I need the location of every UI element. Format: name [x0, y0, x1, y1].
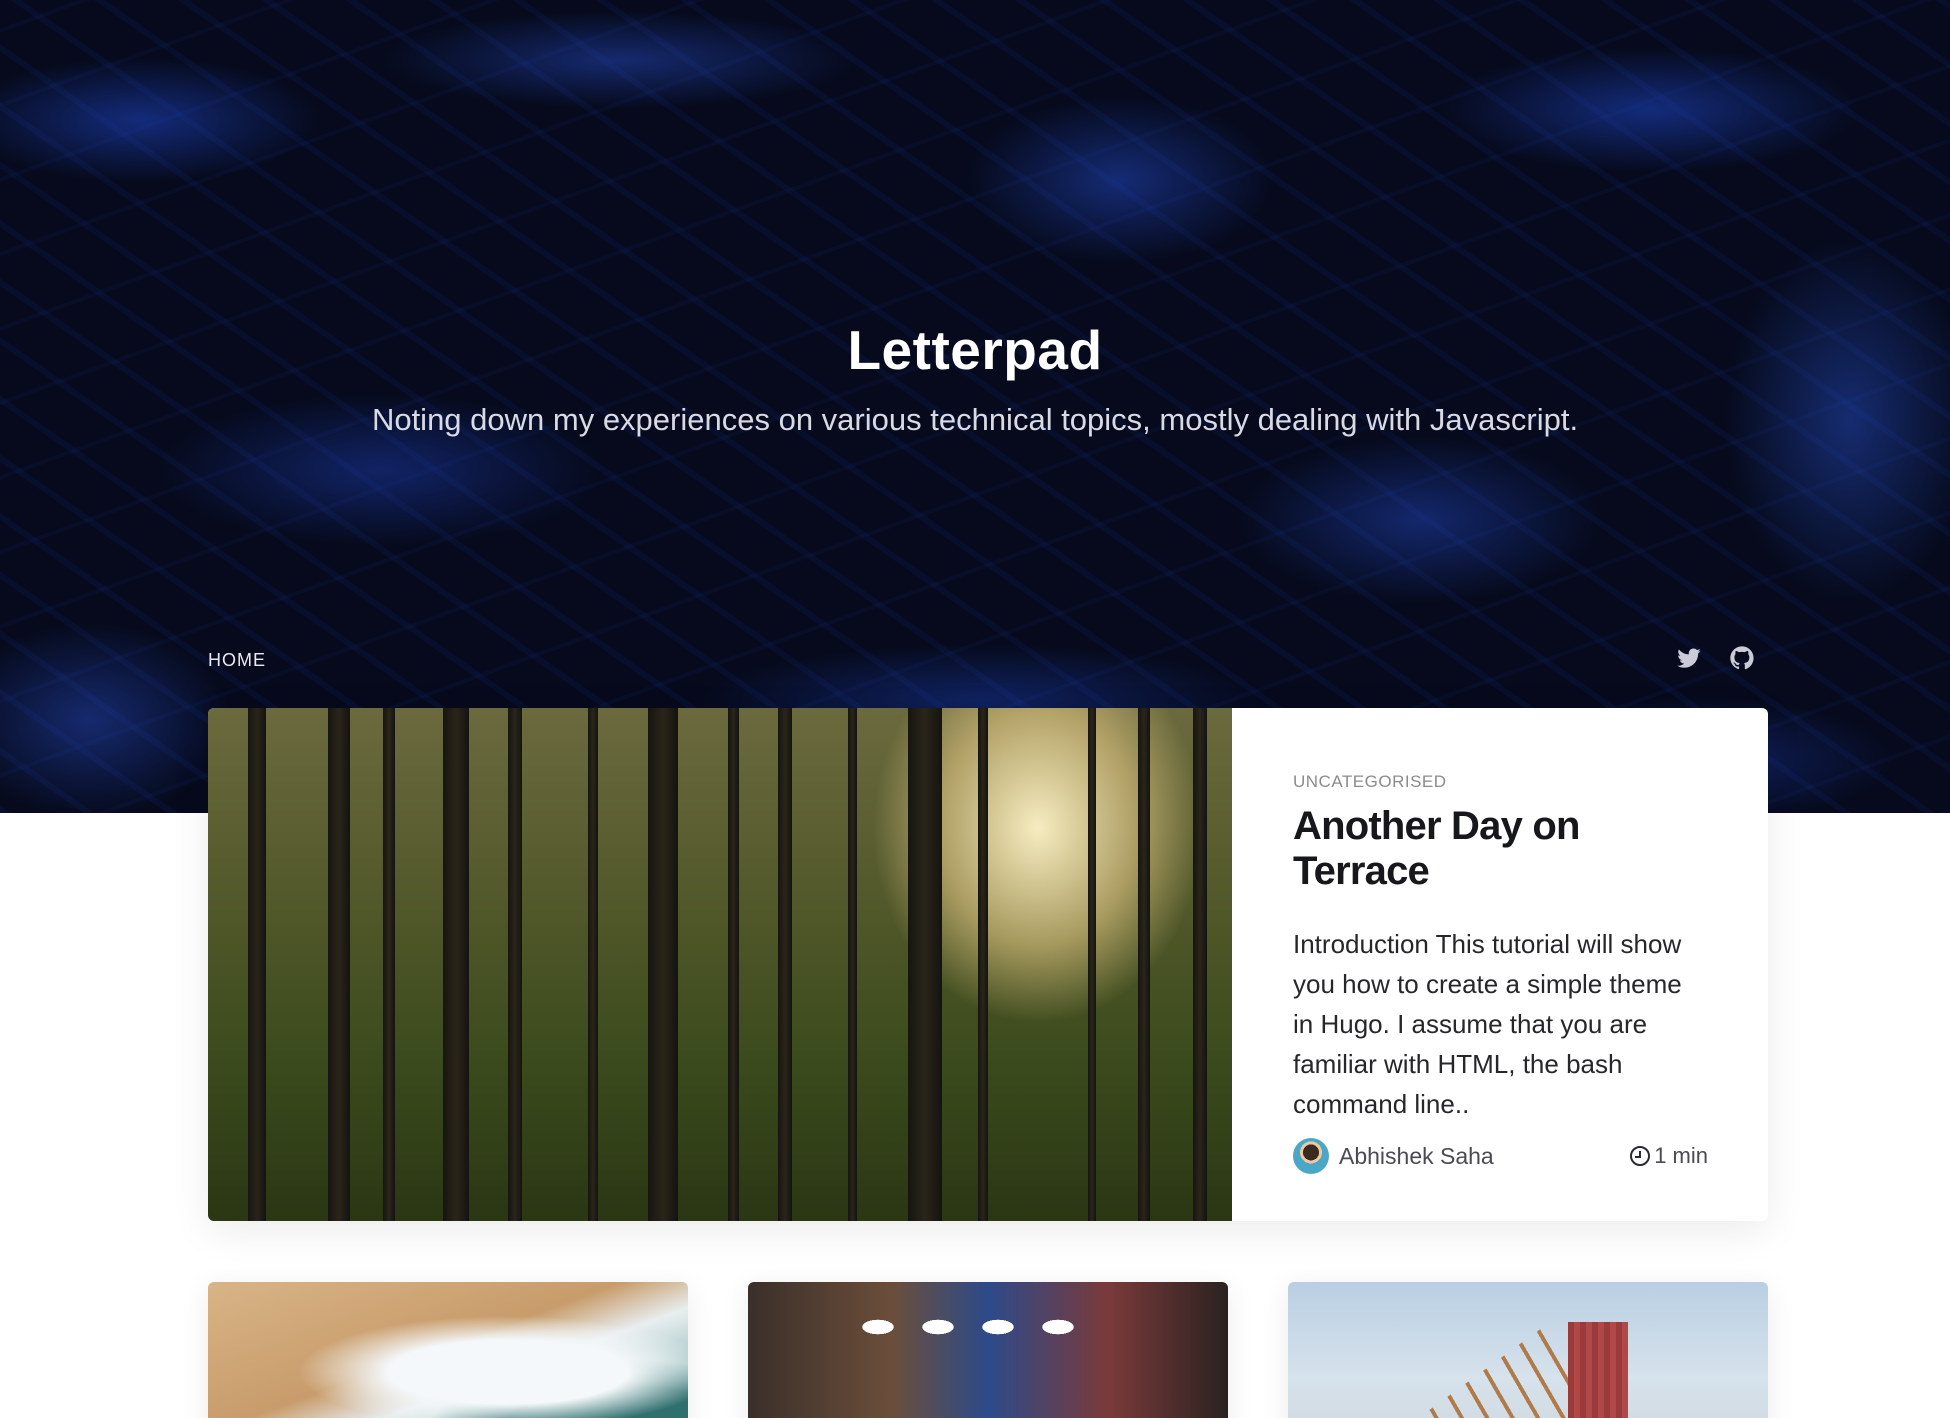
hero-banner: Letterpad Noting down my experiences on … [0, 0, 1950, 813]
clock-icon [1630, 1146, 1651, 1166]
avatar [1293, 1138, 1329, 1174]
author-name: Abhishek Saha [1339, 1142, 1494, 1169]
read-time: 1 min [1630, 1143, 1708, 1169]
post-author[interactable]: Abhishek Saha [1293, 1138, 1494, 1174]
post-category[interactable]: UNCATEGORISED [1293, 772, 1708, 792]
featured-post-card[interactable]: UNCATEGORISED Another Day on Terrace Int… [208, 708, 1768, 1221]
post-card[interactable] [1288, 1282, 1768, 1418]
featured-post-image[interactable] [208, 708, 1232, 1221]
post-excerpt: Introduction This tutorial will show you… [1293, 929, 1682, 1119]
post-meta: Abhishek Saha 1 min [1293, 1138, 1708, 1174]
post-card[interactable] [208, 1282, 688, 1418]
nav-home-link[interactable]: HOME [208, 650, 266, 671]
twitter-icon[interactable] [1675, 644, 1703, 672]
site-tagline: Noting down my experiences on various te… [371, 402, 1579, 437]
site-title[interactable]: Letterpad [0, 318, 1950, 382]
post-card[interactable] [748, 1282, 1228, 1418]
roof-frame [1358, 1322, 1678, 1418]
red-wall [1568, 1322, 1628, 1418]
read-time-label: 1 min [1654, 1143, 1708, 1168]
featured-post-content: UNCATEGORISED Another Day on Terrace Int… [1232, 708, 1768, 1221]
post-title[interactable]: Another Day on Terrace [1293, 804, 1708, 894]
github-icon[interactable] [1728, 644, 1756, 672]
